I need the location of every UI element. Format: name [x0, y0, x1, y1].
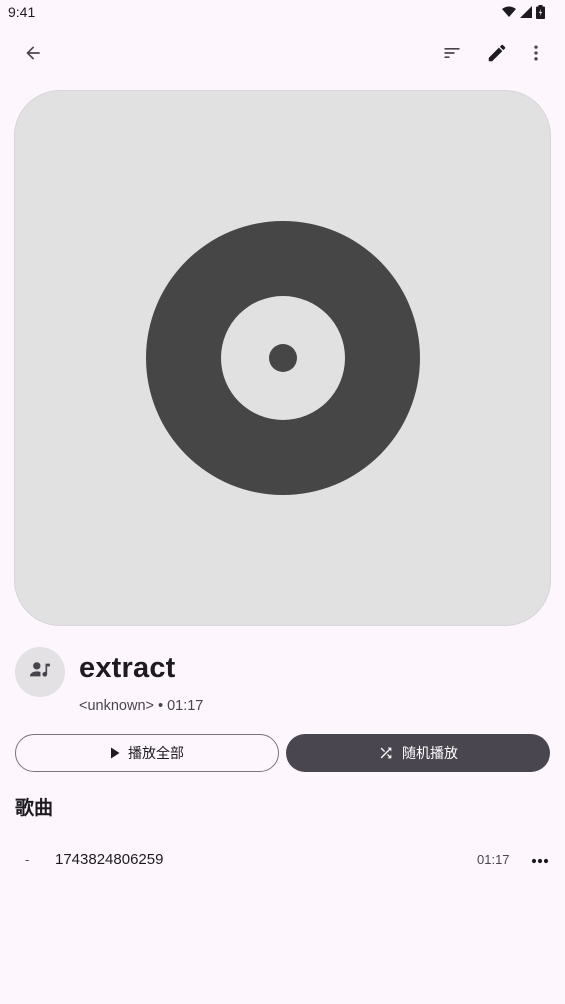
song-duration: 01:17 [477, 852, 510, 867]
play-all-button[interactable]: 播放全部 [15, 734, 279, 772]
signal-icon [520, 6, 532, 18]
artist-avatar[interactable] [15, 647, 65, 697]
status-time: 9:41 [8, 4, 36, 20]
status-icons [502, 4, 545, 20]
album-duration: 01:17 [167, 698, 204, 714]
top-app-bar [0, 24, 565, 82]
status-bar: 9:41 [0, 0, 565, 24]
more-options-button[interactable] [516, 33, 556, 73]
sort-button[interactable] [432, 33, 472, 73]
shuffle-label: 随机播放 [402, 745, 458, 761]
shuffle-button[interactable]: 随机播放 [286, 734, 550, 772]
song-more-button[interactable] [522, 842, 558, 878]
back-button[interactable] [13, 33, 53, 73]
songs-section-title: 歌曲 [15, 798, 54, 819]
shuffle-icon [378, 745, 394, 761]
play-all-label: 播放全部 [128, 745, 184, 761]
track-number: - [25, 852, 30, 867]
more-vert-icon [526, 43, 546, 63]
wifi-icon [502, 6, 516, 18]
album-artist[interactable]: <unknown> [79, 698, 154, 714]
more-horiz-icon [531, 851, 549, 869]
back-arrow-icon [23, 43, 43, 63]
album-screen: 9:41 extract <unknown> • 01:17 播放全部 随机播放… [0, 0, 565, 1004]
meta-separator: • [157, 698, 164, 714]
edit-icon [486, 42, 508, 64]
song-title: 1743824806259 [55, 851, 164, 868]
edit-button[interactable] [477, 33, 517, 73]
album-artwork [14, 90, 551, 626]
sort-icon [442, 43, 462, 63]
play-icon [110, 747, 120, 759]
artist-music-icon [29, 659, 51, 686]
battery-icon [536, 5, 545, 19]
song-list-item[interactable]: - 1743824806259 01:17 [0, 840, 565, 882]
album-title: extract [79, 652, 176, 684]
album-meta: <unknown> • 01:17 [79, 698, 203, 714]
